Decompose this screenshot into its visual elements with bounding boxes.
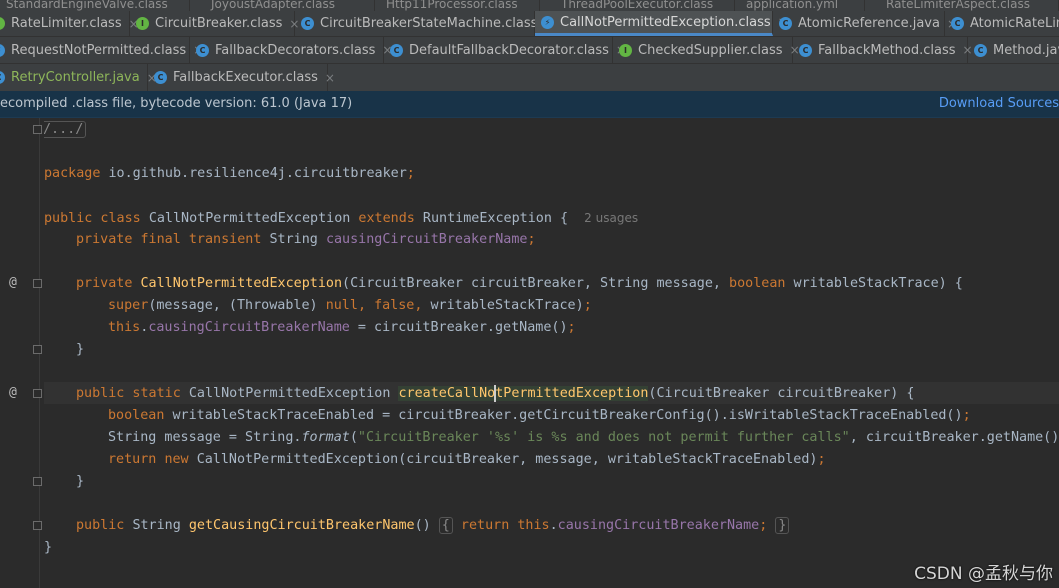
fold-marker-icon[interactable] bbox=[33, 345, 42, 354]
line-gutter: @ @ bbox=[0, 118, 30, 588]
tab-rate-limiter-aspect[interactable]: RateLimiterAspect.class bbox=[880, 0, 1059, 11]
class-icon: C bbox=[779, 17, 792, 30]
fold-marker-icon[interactable] bbox=[33, 521, 42, 530]
editor-tabs-row-3: CRetryController.java× CFallbackExecutor… bbox=[0, 64, 1059, 92]
folded-body[interactable]: { bbox=[438, 517, 453, 534]
code-line: public String getCausingCircuitBreakerNa… bbox=[76, 515, 790, 537]
tab-http11-processor[interactable]: Http11Processor.class bbox=[380, 0, 540, 11]
fold-marker-icon[interactable] bbox=[33, 125, 42, 134]
code-line: boolean writableStackTraceEnabled = circ… bbox=[108, 408, 971, 423]
tab-rate-limiter[interactable]: IRateLimiter.class× bbox=[0, 11, 139, 36]
tab-circuit-breaker-state-machine[interactable]: CCircuitBreakerStateMachine.class× bbox=[295, 11, 555, 36]
class-icon: C bbox=[799, 43, 812, 57]
usages-hint[interactable]: 2 usages bbox=[584, 211, 638, 225]
editor-tabs-row-2: ⚡RequestNotPermitted.class× CFallbackDec… bbox=[0, 37, 1059, 64]
tab-method[interactable]: CMethod.java bbox=[968, 37, 1059, 63]
editor-tabs-row-1: IRateLimiter.class× ICircuitBreaker.clas… bbox=[0, 11, 1059, 37]
tab-request-not-permitted[interactable]: ⚡RequestNotPermitted.class× bbox=[0, 37, 203, 63]
fold-gutter bbox=[30, 118, 44, 588]
code-line: String message = String.format("CircuitB… bbox=[108, 430, 1059, 445]
decompiled-notice-text: ecompiled .class file, bytecode version:… bbox=[0, 96, 353, 111]
tab-atomic-reference[interactable]: CAtomicReference.java× bbox=[773, 11, 957, 36]
tab-fallback-method[interactable]: C FallbackMethod.class × bbox=[793, 37, 973, 63]
class-icon: C bbox=[0, 71, 5, 84]
code-line: this.causingCircuitBreakerName = circuit… bbox=[108, 320, 576, 335]
override-marker-icon[interactable]: @ bbox=[9, 275, 17, 290]
tab-fallback-executor[interactable]: C FallbackExecutor.class × bbox=[148, 64, 335, 91]
class-icon: C bbox=[301, 17, 314, 30]
watermark: CSDN @孟秋与你 bbox=[914, 564, 1053, 584]
tab-atomic-rate-limiter[interactable]: C AtomicRateLim bbox=[945, 11, 1059, 36]
tab-joyoust-adapter[interactable]: JoyoustAdapter.class bbox=[205, 0, 375, 11]
code-line: } bbox=[76, 474, 85, 489]
folded-body-end[interactable]: } bbox=[775, 517, 790, 534]
code-line: return new CallNotPermittedException(cir… bbox=[108, 452, 826, 467]
code-line: } bbox=[44, 540, 53, 555]
exception-class-icon: ⚡ bbox=[541, 15, 554, 29]
tab-circuit-breaker[interactable]: I CircuitBreaker.class × bbox=[130, 11, 299, 36]
class-icon: C bbox=[390, 43, 403, 57]
fold-marker-icon[interactable] bbox=[33, 279, 42, 288]
code-line: public static CallNotPermittedException … bbox=[76, 384, 915, 402]
tab-default-fallback-decorator[interactable]: CDefaultFallbackDecorator.class× bbox=[384, 37, 626, 63]
decompiled-notice-bar: ecompiled .class file, bytecode version:… bbox=[0, 91, 1059, 118]
download-sources-link[interactable]: Download Sources bbox=[939, 96, 1059, 111]
code-editor[interactable]: /.../ package io.github.resilience4j.cir… bbox=[44, 118, 1059, 588]
folded-comment[interactable]: /.../ bbox=[44, 121, 87, 138]
code-line: public class CallNotPermittedException e… bbox=[44, 211, 639, 226]
class-icon: C bbox=[196, 43, 209, 57]
code-line: super(message, (Throwable) null, false, … bbox=[108, 298, 592, 313]
code-line: } bbox=[76, 342, 85, 357]
class-icon: C bbox=[951, 17, 964, 30]
tab-standard-engine-valve[interactable]: StandardEngineValve.class bbox=[0, 0, 190, 11]
selected-method-name[interactable]: createCallNotPermittedException bbox=[398, 384, 649, 402]
tab-fallback-decorators[interactable]: C FallbackDecorators.class × bbox=[190, 37, 392, 63]
tab-call-not-permitted-exception[interactable]: ⚡CallNotPermittedException.class× bbox=[535, 11, 788, 36]
code-line: private CallNotPermittedException(Circui… bbox=[76, 276, 963, 291]
code-line: private final transient String causingCi… bbox=[76, 232, 536, 247]
tab-application-yml[interactable]: application.yml bbox=[740, 0, 865, 11]
code-line: package io.github.resilience4j.circuitbr… bbox=[44, 166, 415, 181]
fold-marker-icon[interactable] bbox=[33, 389, 42, 398]
tab-thread-pool-executor[interactable]: ThreadPoolExecutor.class bbox=[555, 0, 735, 11]
editor-tabs-row-0: StandardEngineValve.class JoyoustAdapter… bbox=[0, 0, 1059, 11]
fold-marker-icon[interactable] bbox=[33, 477, 42, 486]
interface-icon: I bbox=[0, 17, 5, 30]
tab-retry-controller[interactable]: CRetryController.java× bbox=[0, 64, 157, 91]
interface-icon: I bbox=[619, 43, 632, 57]
tab-checked-supplier[interactable]: I CheckedSupplier.class × bbox=[613, 37, 800, 63]
class-icon: C bbox=[154, 71, 167, 84]
code-line: /.../ bbox=[44, 119, 87, 141]
interface-icon: I bbox=[136, 17, 149, 30]
close-icon[interactable]: × bbox=[325, 71, 335, 85]
exception-class-icon: ⚡ bbox=[0, 43, 5, 57]
class-icon: C bbox=[974, 43, 987, 57]
override-marker-icon[interactable]: @ bbox=[9, 385, 17, 400]
